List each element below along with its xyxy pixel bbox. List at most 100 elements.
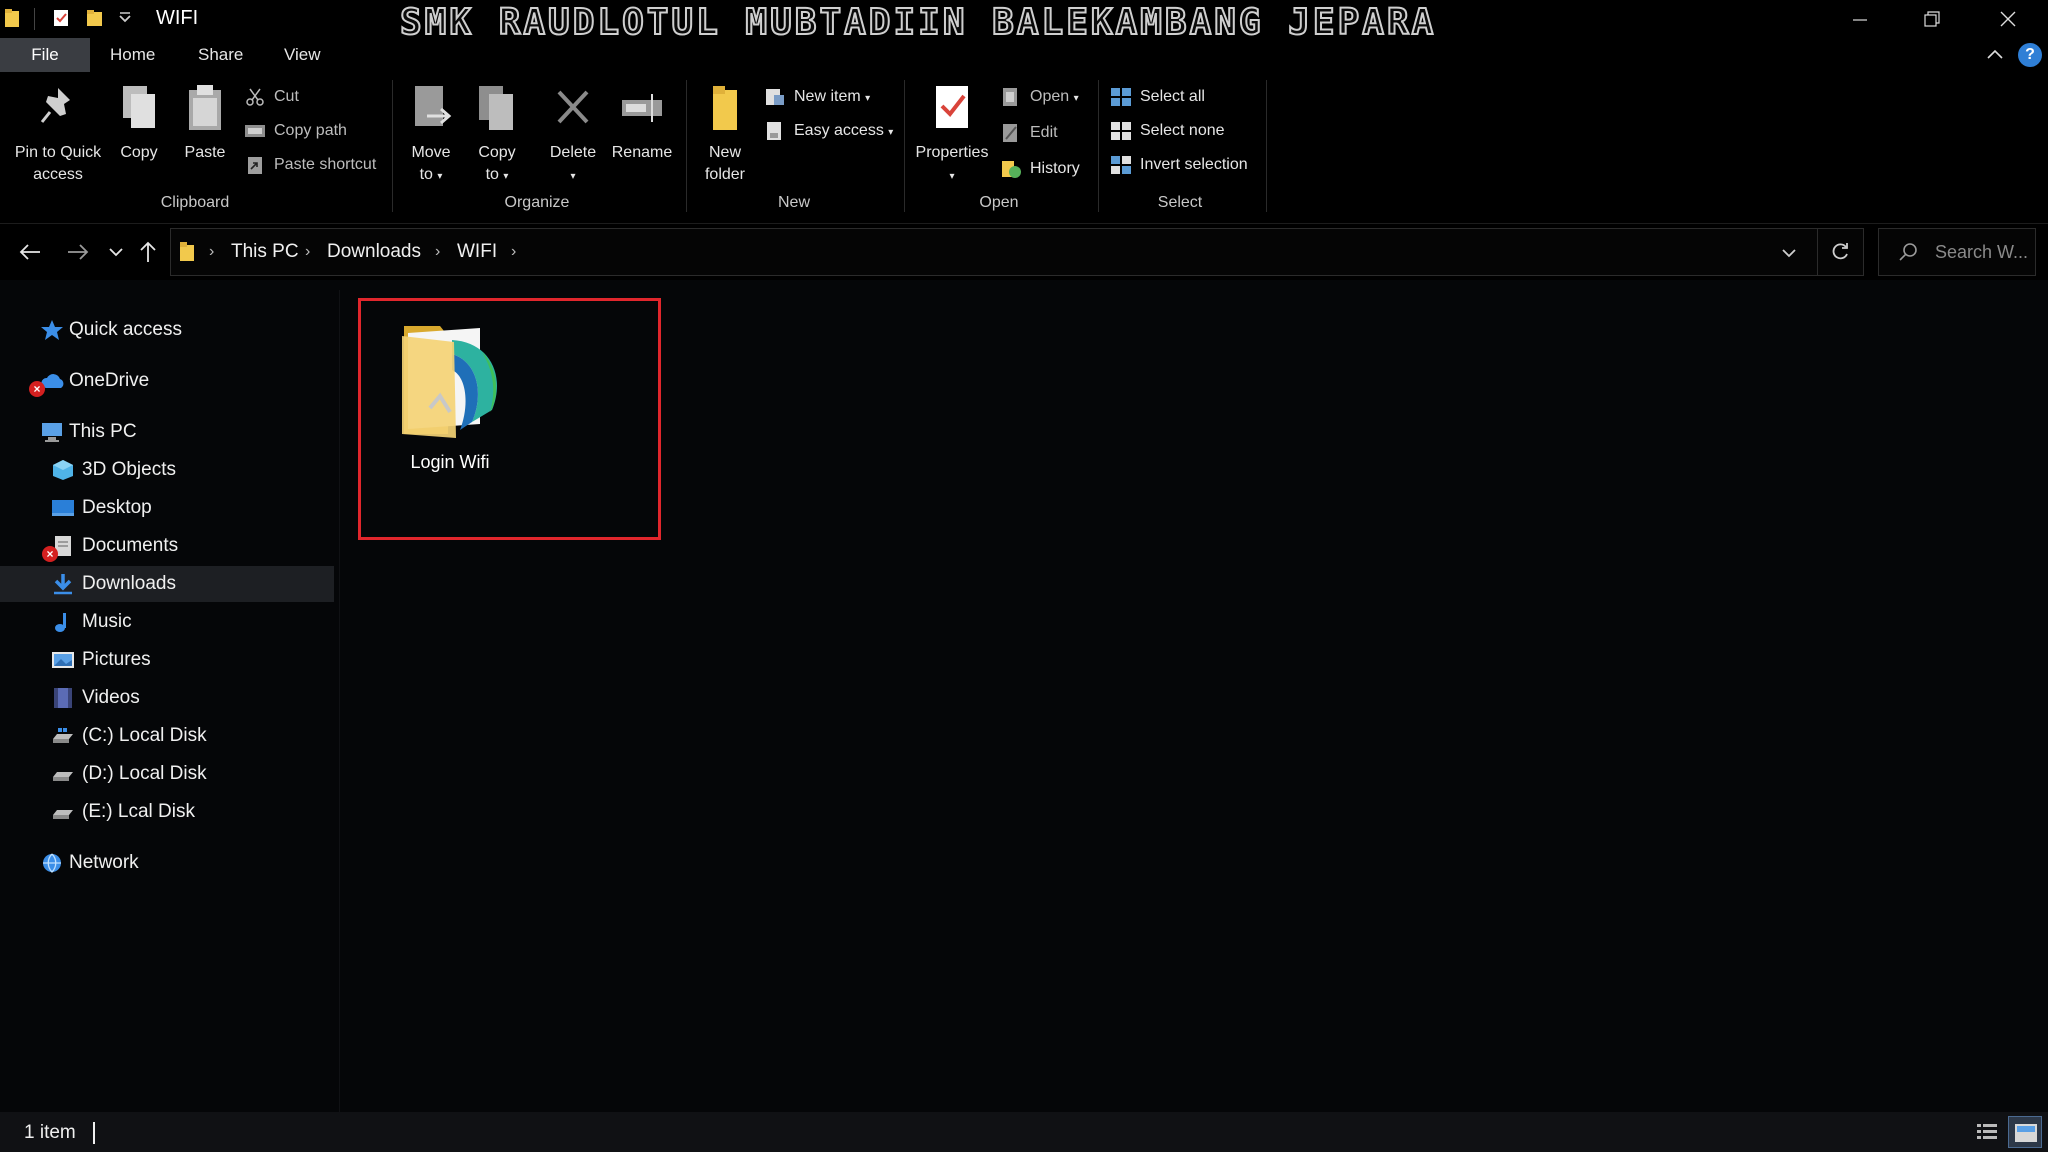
paste-button[interactable]: Paste: [178, 82, 232, 164]
nav-onedrive[interactable]: × OneDrive: [0, 363, 334, 399]
help-button[interactable]: ?: [2018, 43, 2042, 67]
nav-desktop[interactable]: Desktop: [0, 490, 334, 526]
rename-label: Rename: [611, 144, 673, 161]
properties-button[interactable]: Properties ▾: [910, 82, 994, 188]
nav-label: (E:) Lcal Disk: [82, 801, 195, 822]
videos-icon: [54, 688, 72, 708]
invert-selection-label: Invert selection: [1140, 156, 1248, 173]
new-folder-quick-icon[interactable]: [86, 8, 104, 28]
invert-selection-button[interactable]: Invert selection: [1110, 150, 1248, 180]
customize-dropdown-icon[interactable]: [118, 8, 132, 28]
nav-drive-d[interactable]: (D:) Local Disk: [0, 756, 334, 792]
collapse-ribbon-icon[interactable]: [1984, 44, 2006, 66]
breadcrumb-downloads[interactable]: Downloads: [327, 241, 421, 263]
large-icons-view-icon: [2015, 1124, 2037, 1142]
scissors-icon: [246, 88, 264, 106]
nav-downloads[interactable]: Downloads: [0, 566, 334, 602]
nav-quick-access[interactable]: Quick access: [0, 312, 334, 348]
back-button[interactable]: [14, 236, 46, 268]
cut-label: Cut: [274, 88, 299, 105]
chevron-right-icon: ›: [209, 243, 215, 260]
recent-locations-button[interactable]: [100, 236, 132, 268]
address-bar[interactable]: › This PC › Downloads › WIFI ›: [170, 228, 1864, 276]
breadcrumb-this-pc[interactable]: This PC: [231, 241, 299, 263]
nav-network[interactable]: Network: [0, 845, 334, 881]
copy-path-button[interactable]: Copy path: [244, 116, 347, 146]
nav-documents[interactable]: × Documents: [0, 528, 334, 564]
cut-button[interactable]: Cut: [244, 82, 299, 112]
large-icons-view-button[interactable]: [2008, 1116, 2042, 1148]
chevron-down-icon: ▾: [1073, 93, 1079, 104]
nav-this-pc[interactable]: This PC: [0, 414, 334, 450]
refresh-icon[interactable]: [1829, 241, 1851, 263]
select-all-button[interactable]: Select all: [1110, 82, 1205, 112]
arrow-left-icon: [19, 244, 40, 260]
copy-to-button[interactable]: Copy to ▾: [472, 82, 522, 188]
paste-shortcut-button[interactable]: Paste shortcut: [244, 150, 376, 180]
select-none-button[interactable]: Select none: [1110, 116, 1225, 146]
tab-file[interactable]: File: [0, 38, 90, 72]
star-icon: [41, 320, 63, 340]
details-view-icon[interactable]: [1974, 1120, 2000, 1144]
up-button[interactable]: [132, 236, 164, 268]
tab-home[interactable]: Home: [96, 38, 169, 72]
restore-icon: [1924, 11, 1940, 27]
nav-drive-e[interactable]: (E:) Lcal Disk: [0, 794, 334, 830]
error-badge-icon: ×: [29, 381, 45, 397]
forward-button[interactable]: [62, 236, 94, 268]
title-bar: WIFI SMK RAUDLOTUL MUBTADIIN BALEKAMBANG…: [0, 0, 2048, 44]
minimize-icon: [1853, 19, 1867, 21]
status-bar: 1 item: [0, 1112, 2048, 1152]
close-button[interactable]: [1972, 0, 2044, 38]
group-open-label: Open: [979, 194, 1019, 211]
ribbon-separator: [1098, 80, 1099, 212]
new-item-button[interactable]: New item ▾: [764, 82, 870, 112]
nav-3d-objects[interactable]: 3D Objects: [0, 452, 334, 488]
ribbon-separator: [904, 80, 905, 212]
delete-button[interactable]: Delete ▾: [544, 82, 602, 188]
open-button[interactable]: Open ▾: [1000, 82, 1079, 112]
copy-icon: [123, 86, 155, 128]
edit-button[interactable]: Edit: [1000, 118, 1058, 148]
properties-quick-icon[interactable]: [52, 8, 70, 28]
new-folder-button[interactable]: New folder: [694, 82, 756, 186]
pictures-icon: [52, 652, 74, 668]
rename-icon: [622, 94, 662, 122]
chevron-right-icon[interactable]: ›: [305, 243, 310, 261]
group-select-label: Select: [1157, 194, 1203, 211]
address-history-dropdown-icon[interactable]: [1781, 247, 1797, 259]
desktop-icon: [52, 500, 74, 516]
nav-label: OneDrive: [69, 370, 150, 391]
ribbon-separator: [1266, 80, 1267, 212]
easy-access-label: Easy access: [794, 122, 884, 139]
search-input[interactable]: [1935, 239, 2033, 265]
chevron-right-icon[interactable]: ›: [511, 243, 516, 261]
error-badge-icon: ×: [42, 546, 58, 562]
arrow-right-icon: [68, 244, 89, 260]
folder-item-login-wifi[interactable]: Login Wifi: [380, 302, 520, 492]
search-box[interactable]: [1878, 228, 2036, 276]
nav-videos[interactable]: Videos: [0, 680, 334, 716]
chevron-right-icon[interactable]: ›: [435, 243, 440, 261]
tab-view[interactable]: View: [270, 38, 335, 72]
copy-button[interactable]: Copy: [114, 82, 164, 164]
edit-icon: [1003, 124, 1017, 142]
breadcrumb-wifi[interactable]: WIFI: [457, 241, 497, 263]
tab-share[interactable]: Share: [184, 38, 257, 72]
music-note-icon: [55, 613, 66, 632]
nav-label: Music: [82, 611, 132, 632]
rename-button[interactable]: Rename: [608, 82, 676, 164]
nav-pictures[interactable]: Pictures: [0, 642, 334, 678]
nav-music[interactable]: Music: [0, 604, 334, 640]
restore-button[interactable]: [1896, 0, 1968, 38]
nav-drive-c[interactable]: (C:) Local Disk: [0, 718, 334, 754]
search-icon: [1899, 243, 1917, 261]
move-to-button[interactable]: Move to ▾: [406, 82, 456, 188]
nav-label: Videos: [82, 687, 140, 708]
pin-to-quick-access-button[interactable]: Pin to Quick access: [8, 82, 108, 186]
minimize-button[interactable]: [1824, 0, 1896, 38]
easy-access-button[interactable]: Easy access ▾: [764, 116, 893, 146]
paste-icon: [189, 85, 221, 130]
nav-label: (C:) Local Disk: [82, 725, 207, 746]
history-button[interactable]: History: [1000, 154, 1080, 184]
